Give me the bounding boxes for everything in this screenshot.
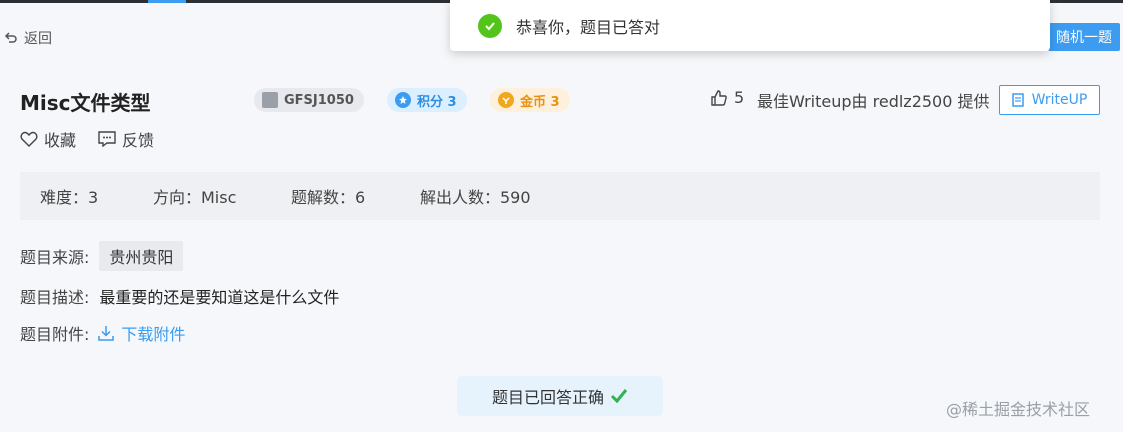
back-label: 返回 bbox=[24, 31, 52, 47]
source-label: 题目来源: bbox=[20, 248, 90, 267]
success-toast: 恭喜你，题目已答对 bbox=[450, 0, 1050, 51]
description-label: 题目描述: bbox=[20, 288, 90, 307]
watermark-text: @稀土掘金技术社区 bbox=[946, 400, 1091, 419]
like-count: 5 bbox=[734, 88, 745, 107]
download-attachment-label: 下载附件 bbox=[121, 325, 186, 344]
solvers-stat: 解出人数：590 bbox=[420, 188, 531, 207]
back-icon bbox=[4, 32, 17, 43]
like-button[interactable]: 5 bbox=[710, 88, 744, 107]
score-value: 积分 3 bbox=[417, 94, 457, 110]
heart-icon bbox=[20, 131, 38, 147]
description-value: 最重要的还是要知道这是什么文件 bbox=[99, 288, 340, 307]
document-icon bbox=[1011, 93, 1024, 107]
direction-stat: 方向：Misc bbox=[153, 188, 237, 207]
watermark: @稀土掘金技术社区 bbox=[946, 396, 1090, 420]
score-tag: 积分 3 bbox=[387, 88, 467, 112]
coin-icon bbox=[498, 92, 514, 108]
toast-message: 恭喜你，题目已答对 bbox=[516, 17, 661, 37]
check-circle-icon bbox=[478, 13, 502, 38]
feedback-label: 反馈 bbox=[122, 131, 155, 150]
gold-value: 金币 3 bbox=[520, 94, 560, 110]
feedback-icon bbox=[98, 131, 116, 147]
favorite-label: 收藏 bbox=[44, 131, 77, 150]
writeup-button-label: WriteUP bbox=[1031, 92, 1088, 108]
download-icon bbox=[98, 326, 115, 341]
challenge-title: Misc文件类型 bbox=[20, 91, 151, 115]
source-value: 贵州贵阳 bbox=[99, 241, 184, 271]
attachment-row: 题目附件: 下载附件 bbox=[20, 321, 185, 345]
challenge-id: GFSJ1050 bbox=[284, 92, 354, 108]
writeup-button[interactable]: WriteUP bbox=[999, 85, 1100, 115]
top-bar-active-indicator bbox=[148, 0, 186, 3]
attachment-label: 题目附件: bbox=[20, 325, 90, 344]
check-icon bbox=[610, 389, 628, 404]
writeups-stat: 题解数：6 bbox=[291, 188, 366, 207]
thumbs-up-icon bbox=[711, 89, 727, 106]
favorite-button[interactable]: 收藏 bbox=[20, 127, 76, 151]
description-row: 题目描述: 最重要的还是要知道这是什么文件 bbox=[20, 284, 339, 308]
source-row: 题目来源: 贵州贵阳 bbox=[20, 241, 184, 271]
challenge-stats: 难度：3 方向：Misc 题解数：6 解出人数：590 bbox=[20, 172, 1100, 220]
challenge-id-icon bbox=[262, 92, 278, 108]
status-label: 题目已回答正确 bbox=[491, 388, 604, 407]
back-button[interactable]: 返回 bbox=[4, 28, 52, 48]
challenge-actions: 收藏 反馈 bbox=[20, 127, 176, 151]
download-attachment-link[interactable]: 下载附件 bbox=[97, 321, 185, 345]
random-challenge-button[interactable]: 随机一题 bbox=[1048, 23, 1120, 51]
gold-tag: 金币 3 bbox=[490, 88, 570, 112]
answered-correct-status: 题目已回答正确 bbox=[457, 376, 663, 416]
feedback-button[interactable]: 反馈 bbox=[98, 127, 154, 151]
best-writeup-info: 最佳Writeup由 redlz2500 提供 bbox=[757, 92, 990, 111]
star-icon bbox=[395, 92, 411, 108]
difficulty-stat: 难度：3 bbox=[40, 188, 99, 207]
challenge-id-tag: GFSJ1050 bbox=[254, 88, 364, 112]
